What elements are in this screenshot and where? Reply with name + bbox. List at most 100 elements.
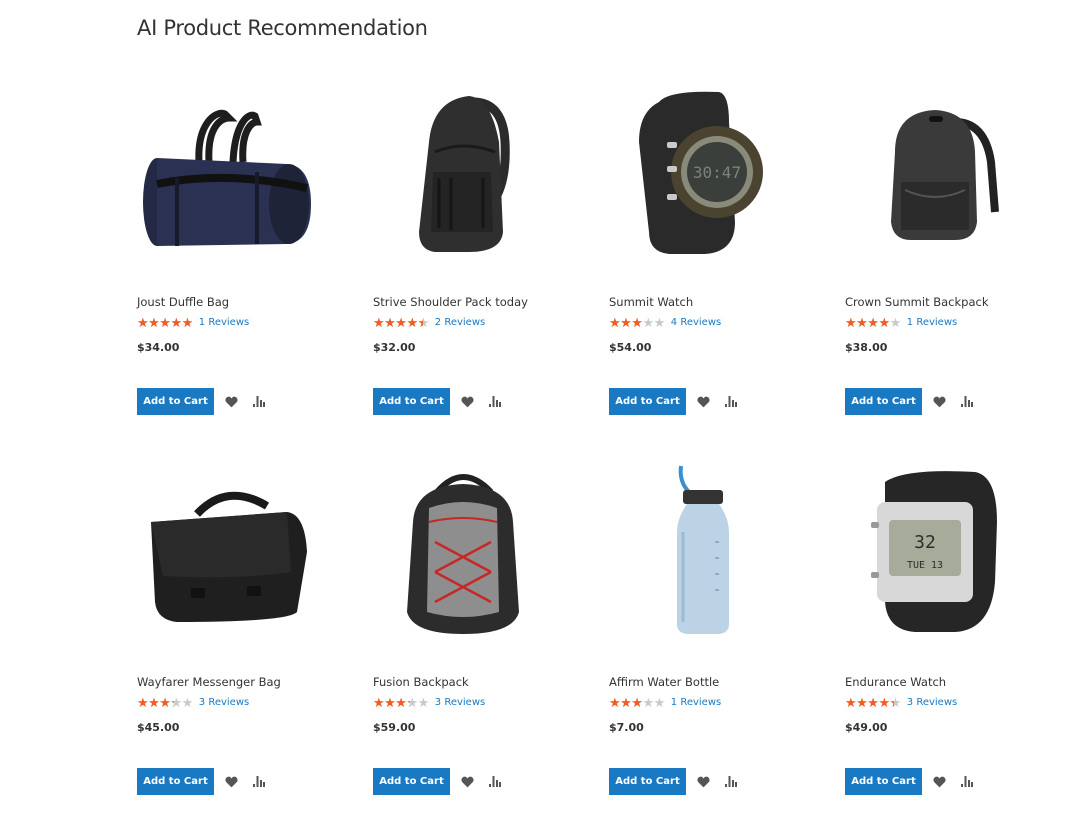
heart-icon[interactable]: [224, 775, 238, 789]
rating-summary: ★★★★★★★★★★ 1 Reviews: [609, 695, 721, 709]
svg-text:TUE 13: TUE 13: [907, 560, 943, 571]
product-card: Strive Shoulder Pack today ★★★★★ ★★★★★ 2 …: [373, 72, 609, 452]
heart-icon[interactable]: [460, 775, 474, 789]
reviews-link[interactable]: 3 Reviews: [907, 697, 957, 708]
product-name[interactable]: Joust Duffle Bag: [137, 295, 229, 309]
product-image[interactable]: [845, 72, 1021, 272]
bar-chart-icon[interactable]: [724, 775, 738, 789]
product-card: Crown Summit Backpack ★★★★★★★★★★ 1 Revie…: [845, 72, 1081, 452]
add-to-cart-button[interactable]: Add to Cart: [845, 388, 922, 415]
product-price: $34.00: [137, 341, 180, 354]
reviews-link[interactable]: 1 Reviews: [199, 317, 249, 328]
sling-pack-icon: [419, 96, 510, 252]
product-actions: Add to Cart: [845, 768, 974, 795]
water-bottle-icon: [677, 465, 729, 634]
product-name[interactable]: Fusion Backpack: [373, 675, 469, 689]
watch-icon: 32 TUE 13: [871, 471, 997, 632]
add-to-cart-button[interactable]: Add to Cart: [845, 768, 922, 795]
reviews-link[interactable]: 2 Reviews: [435, 317, 485, 328]
product-price: $49.00: [845, 721, 888, 734]
rating-summary: ★★★★★ ★★★★★ 2 Reviews: [373, 315, 485, 329]
add-to-cart-button[interactable]: Add to Cart: [373, 768, 450, 795]
product-card: 32 TUE 13 Endurance Watch ★★★★★★★★★★ 3 R…: [845, 452, 1081, 817]
star-rating: ★★★★★★★★★★: [373, 694, 429, 710]
star-rating: ★★★★★★★★★★: [609, 694, 665, 710]
product-image[interactable]: [373, 72, 549, 272]
page-title: AI Product Recommendation: [137, 16, 428, 40]
heart-icon[interactable]: [224, 395, 238, 409]
bar-chart-icon[interactable]: [488, 775, 502, 789]
bar-chart-icon[interactable]: [960, 775, 974, 789]
product-price: $32.00: [373, 341, 416, 354]
product-card: Joust Duffle Bag ★★★★★ ★★★★★ 1 Reviews $3…: [137, 72, 373, 452]
rating-summary: ★★★★★★★★★★ 3 Reviews: [137, 695, 249, 709]
heart-icon[interactable]: [460, 395, 474, 409]
rating-summary: ★★★★★★★★★★ 1 Reviews: [845, 315, 957, 329]
product-actions: Add to Cart: [373, 768, 502, 795]
product-actions: Add to Cart: [609, 388, 738, 415]
reviews-link[interactable]: 1 Reviews: [671, 697, 721, 708]
duffle-bag-icon: [143, 109, 311, 246]
heart-icon[interactable]: [696, 775, 710, 789]
rating-summary: ★★★★★★★★★★ 1 Reviews: [137, 315, 249, 329]
add-to-cart-button[interactable]: Add to Cart: [137, 768, 214, 795]
rating-summary: ★★★★★★★★★★ 4 Reviews: [609, 315, 721, 329]
heart-icon[interactable]: [932, 775, 946, 789]
rating-summary: ★★★★★★★★★★ 3 Reviews: [845, 695, 957, 709]
product-name[interactable]: Affirm Water Bottle: [609, 675, 719, 689]
product-image[interactable]: [609, 452, 785, 652]
product-card: Wayfarer Messenger Bag ★★★★★★★★★★ 3 Revi…: [137, 452, 373, 817]
product-image[interactable]: [137, 72, 313, 272]
add-to-cart-button[interactable]: Add to Cart: [609, 388, 686, 415]
product-image[interactable]: [373, 452, 549, 652]
watch-icon: 30:47: [639, 91, 763, 254]
heart-icon[interactable]: [932, 395, 946, 409]
product-actions: Add to Cart: [609, 768, 738, 795]
product-actions: Add to Cart: [137, 388, 266, 415]
product-price: $45.00: [137, 721, 180, 734]
star-rating: ★★★★★★★★★★: [137, 694, 193, 710]
star-rating: ★★★★★★★★★★: [845, 314, 901, 330]
product-name[interactable]: Strive Shoulder Pack today: [373, 295, 528, 309]
reviews-link[interactable]: 4 Reviews: [671, 317, 721, 328]
bar-chart-icon[interactable]: [724, 395, 738, 409]
add-to-cart-button[interactable]: Add to Cart: [609, 768, 686, 795]
add-to-cart-button[interactable]: Add to Cart: [137, 388, 214, 415]
star-rating: ★★★★★★★★★★: [609, 314, 665, 330]
product-name[interactable]: Wayfarer Messenger Bag: [137, 675, 281, 689]
product-card: 30:47 Summit Watch ★★★★★★★★★★ 4 Reviews …: [609, 72, 845, 452]
product-card: Fusion Backpack ★★★★★★★★★★ 3 Reviews $59…: [373, 452, 609, 817]
reviews-link[interactable]: 3 Reviews: [199, 697, 249, 708]
heart-icon[interactable]: [696, 395, 710, 409]
product-card: Affirm Water Bottle ★★★★★★★★★★ 1 Reviews…: [609, 452, 845, 817]
bar-chart-icon[interactable]: [960, 395, 974, 409]
bar-chart-icon[interactable]: [252, 775, 266, 789]
product-name[interactable]: Summit Watch: [609, 295, 693, 309]
product-actions: Add to Cart: [373, 388, 502, 415]
add-to-cart-button[interactable]: Add to Cart: [373, 388, 450, 415]
bar-chart-icon[interactable]: [488, 395, 502, 409]
product-actions: Add to Cart: [845, 388, 974, 415]
product-price: $7.00: [609, 721, 644, 734]
product-actions: Add to Cart: [137, 768, 266, 795]
bar-chart-icon[interactable]: [252, 395, 266, 409]
backpack-icon: [891, 110, 999, 240]
backpack-icon: [407, 474, 519, 634]
star-rating: ★★★★★★★★★★: [373, 314, 429, 330]
product-name[interactable]: Crown Summit Backpack: [845, 295, 989, 309]
messenger-bag-icon: [151, 491, 307, 622]
product-image[interactable]: [137, 452, 313, 652]
reviews-link[interactable]: 3 Reviews: [435, 697, 485, 708]
product-price: $38.00: [845, 341, 888, 354]
product-price: $54.00: [609, 341, 652, 354]
star-rating: ★★★★★★★★★★: [845, 694, 901, 710]
product-image[interactable]: 32 TUE 13: [845, 452, 1021, 652]
star-rating: ★★★★★★★★★★: [137, 314, 193, 330]
rating-summary: ★★★★★★★★★★ 3 Reviews: [373, 695, 485, 709]
svg-text:30:47: 30:47: [693, 163, 741, 182]
product-price: $59.00: [373, 721, 416, 734]
product-name[interactable]: Endurance Watch: [845, 675, 946, 689]
reviews-link[interactable]: 1 Reviews: [907, 317, 957, 328]
product-image[interactable]: 30:47: [609, 72, 785, 272]
product-grid: Joust Duffle Bag ★★★★★ ★★★★★ 1 Reviews $3…: [137, 72, 1081, 817]
